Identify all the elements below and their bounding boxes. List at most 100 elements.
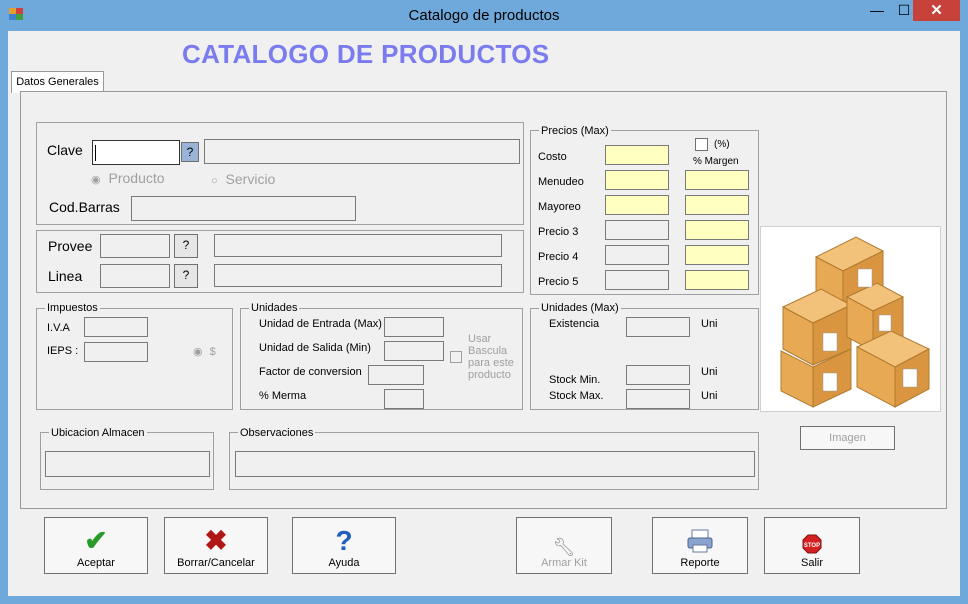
salida-input[interactable]: [384, 341, 444, 361]
imagen-button[interactable]: Imagen: [800, 426, 895, 450]
costo-input[interactable]: [605, 145, 669, 165]
pct-checkbox[interactable]: [695, 138, 708, 151]
ieps-input[interactable]: [84, 342, 148, 362]
factor-label: Factor de conversion: [259, 366, 362, 378]
ubicacion-title: Ubicacion Almacen: [49, 427, 147, 439]
menudeo-margen-input[interactable]: [685, 170, 749, 190]
provee-code-input[interactable]: [100, 234, 170, 258]
precio3-input[interactable]: [605, 220, 669, 240]
radio-selected-icon: ◉: [91, 174, 101, 186]
codbarras-input[interactable]: [131, 196, 356, 221]
ayuda-button[interactable]: ? Ayuda: [292, 517, 396, 574]
iva-label: I.V.A: [47, 322, 70, 334]
printer-icon: [653, 528, 747, 560]
svg-text:STOP: STOP: [804, 543, 820, 549]
armar-kit-button[interactable]: 🔧︎ Armar Kit: [516, 517, 612, 574]
precio5-input[interactable]: [605, 270, 669, 290]
app-window: Catalogo de productos — ☐ ✕ CATALOGO DE …: [0, 0, 968, 604]
precios-title: Precios (Max): [539, 125, 611, 137]
precio3-margen-input[interactable]: [685, 220, 749, 240]
uni-label: Uni: [701, 366, 718, 378]
precio-row-label: Precio 3: [538, 226, 579, 238]
entrada-input[interactable]: [384, 317, 444, 337]
servicio-label: Servicio: [225, 171, 276, 187]
mayoreo-input[interactable]: [605, 195, 669, 215]
checkmark-icon: ✔: [84, 525, 108, 556]
linea-help-button[interactable]: ?: [174, 264, 198, 288]
mayoreo-margen-input[interactable]: [685, 195, 749, 215]
unidades-title: Unidades: [249, 302, 300, 314]
provee-label: Provee: [48, 238, 93, 254]
observaciones-input[interactable]: [235, 451, 755, 477]
stockmin-label: Stock Min.: [549, 374, 601, 386]
existencia-label: Existencia: [549, 318, 600, 330]
producto-radio[interactable]: ◉ Producto: [91, 170, 165, 186]
precio-row-label: Mayoreo: [538, 201, 581, 213]
uni-label: Uni: [701, 318, 718, 330]
clave-description-field[interactable]: [204, 139, 520, 164]
salir-button[interactable]: STOP Salir: [764, 517, 860, 574]
stockmin-input[interactable]: [626, 365, 690, 385]
precio4-input[interactable]: [605, 245, 669, 265]
unidades-max-title: Unidades (Max): [539, 302, 621, 314]
armar-label: Armar Kit: [541, 557, 587, 569]
precio4-margen-input[interactable]: [685, 245, 749, 265]
minimize-button[interactable]: —: [862, 0, 892, 22]
tab-datos-generales[interactable]: Datos Generales: [11, 71, 104, 93]
precio-row-label: Costo: [538, 151, 567, 163]
provee-name-field[interactable]: [214, 234, 502, 257]
entrada-label: Unidad de Entrada (Max): [259, 318, 382, 330]
salir-label: Salir: [800, 557, 823, 569]
ayuda-label: Ayuda: [328, 557, 360, 569]
dollar-radio[interactable]: ◉ $: [193, 345, 216, 358]
observaciones-title: Observaciones: [238, 427, 316, 439]
ieps-label: IEPS :: [47, 345, 79, 357]
aceptar-label: Aceptar: [77, 557, 115, 569]
impuestos-title: Impuestos: [45, 302, 100, 314]
precio-row-label: Precio 4: [538, 251, 579, 263]
radio-empty-icon: ○: [211, 175, 218, 187]
title-bar: Catalogo de productos — ☐ ✕: [0, 0, 968, 31]
factor-input[interactable]: [368, 365, 424, 385]
ubicacion-input[interactable]: [45, 451, 210, 477]
provee-help-button[interactable]: ?: [174, 234, 198, 258]
linea-code-input[interactable]: [100, 264, 170, 288]
existencia-field[interactable]: [626, 317, 690, 337]
clave-help-button[interactable]: ?: [181, 142, 199, 162]
reporte-label: Reporte: [680, 557, 720, 569]
producto-label: Producto: [108, 170, 165, 186]
reporte-button[interactable]: Reporte: [652, 517, 748, 574]
window-title: Catalogo de productos: [408, 7, 560, 24]
salida-label: Unidad de Salida (Min): [259, 342, 371, 354]
pct-label: (%): [714, 139, 730, 150]
text-cursor: [95, 145, 96, 161]
linea-name-field[interactable]: [214, 264, 502, 287]
clave-input[interactable]: [92, 140, 180, 165]
boxes-icon: [780, 236, 931, 408]
close-button[interactable]: ✕: [913, 0, 960, 21]
precio-row-label: Precio 5: [538, 276, 579, 288]
iva-input[interactable]: [84, 317, 148, 337]
stockmax-label: Stock Max.: [549, 390, 604, 402]
clave-label: Clave: [47, 142, 83, 158]
dollar-label: $: [209, 346, 216, 358]
codbarras-label: Cod.Barras: [49, 199, 120, 215]
radio-selected-icon: ◉: [193, 346, 203, 358]
page-title: CATALOGO DE PRODUCTOS: [182, 39, 550, 69]
linea-label: Linea: [48, 268, 83, 284]
stockmax-input[interactable]: [626, 389, 690, 409]
borrar-label: Borrar/Cancelar: [177, 557, 255, 569]
uni-label: Uni: [701, 390, 718, 402]
precio-row-label: Menudeo: [538, 176, 584, 188]
menudeo-input[interactable]: [605, 170, 669, 190]
precio5-margen-input[interactable]: [685, 270, 749, 290]
borrar-cancelar-button[interactable]: ✖ Borrar/Cancelar: [164, 517, 268, 574]
red-x-icon: ✖: [204, 525, 228, 556]
bascula-checkbox[interactable]: [450, 351, 462, 363]
merma-input[interactable]: [384, 389, 424, 409]
bascula-label: Usar Bascula para este producto: [468, 333, 514, 381]
servicio-radio[interactable]: ○ Servicio: [211, 171, 275, 187]
aceptar-button[interactable]: ✔ Aceptar: [44, 517, 148, 574]
product-image: [760, 226, 941, 412]
merma-label: % Merma: [259, 390, 307, 402]
